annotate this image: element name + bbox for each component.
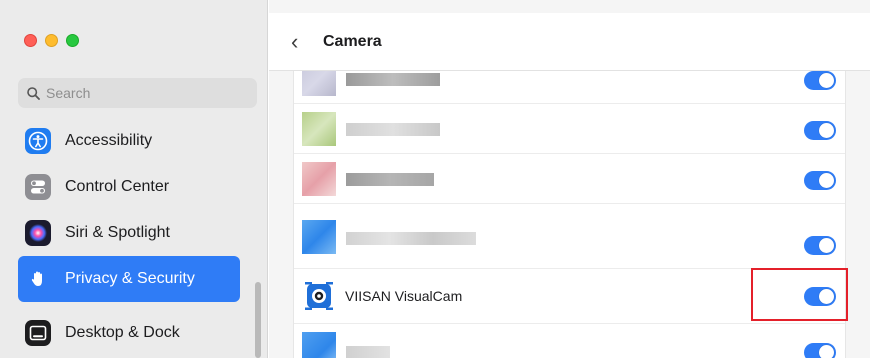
desktop-dock-icon bbox=[25, 320, 51, 346]
sidebar-nav: Accessibility Control Center Siri & Spot… bbox=[18, 118, 240, 356]
minimize-window-button[interactable] bbox=[45, 34, 58, 47]
sidebar-item-desktop-dock[interactable]: Desktop & Dock bbox=[18, 310, 240, 356]
list-item bbox=[294, 324, 845, 358]
camera-access-toggle[interactable] bbox=[804, 236, 836, 255]
camera-access-toggle[interactable] bbox=[804, 121, 836, 140]
sidebar-item-label: Desktop & Dock bbox=[65, 324, 180, 341]
zoom-window-button[interactable] bbox=[66, 34, 79, 47]
blurred-app-name bbox=[346, 346, 390, 358]
list-item bbox=[294, 104, 845, 154]
sidebar: Accessibility Control Center Siri & Spot… bbox=[0, 0, 268, 358]
accessibility-icon bbox=[25, 128, 51, 154]
close-window-button[interactable] bbox=[24, 34, 37, 47]
highlight-box bbox=[751, 268, 848, 321]
search-field[interactable] bbox=[18, 78, 257, 108]
control-center-icon bbox=[25, 174, 51, 200]
list-item bbox=[294, 71, 845, 104]
window-controls bbox=[24, 34, 79, 47]
sidebar-item-label: Privacy & Security bbox=[65, 270, 195, 287]
hand-icon bbox=[25, 266, 51, 292]
blurred-app-icon bbox=[302, 332, 336, 358]
camera-access-toggle[interactable] bbox=[804, 343, 836, 358]
siri-icon bbox=[25, 220, 51, 246]
list-item bbox=[294, 204, 845, 269]
blurred-app-name bbox=[346, 232, 476, 245]
blurred-app-name bbox=[346, 123, 440, 136]
blurred-app-name bbox=[346, 73, 440, 86]
sidebar-item-control-center[interactable]: Control Center bbox=[18, 164, 240, 210]
search-icon bbox=[27, 86, 40, 100]
toolbar: ‹ Camera bbox=[269, 13, 870, 71]
blurred-app-icon bbox=[302, 220, 336, 254]
sidebar-item-label: Control Center bbox=[65, 178, 170, 195]
list-item bbox=[294, 154, 845, 204]
camera-access-toggle[interactable] bbox=[804, 171, 836, 190]
sidebar-item-label: Siri & Spotlight bbox=[65, 224, 170, 241]
sidebar-scrollbar[interactable] bbox=[255, 282, 261, 358]
app-name: VIISAN VisualCam bbox=[345, 288, 463, 304]
sidebar-item-accessibility[interactable]: Accessibility bbox=[18, 118, 240, 164]
page-title: Camera bbox=[323, 32, 382, 50]
back-chevron-icon[interactable]: ‹ bbox=[291, 30, 311, 53]
camera-access-toggle[interactable] bbox=[804, 71, 836, 90]
sidebar-item-privacy-security[interactable]: Privacy & Security bbox=[18, 256, 240, 302]
sidebar-item-label: Accessibility bbox=[65, 132, 153, 149]
blurred-app-icon bbox=[302, 71, 336, 96]
sidebar-item-siri-spotlight[interactable]: Siri & Spotlight bbox=[18, 210, 240, 256]
viisan-camera-icon bbox=[302, 279, 336, 313]
blurred-app-icon bbox=[302, 112, 336, 146]
blurred-app-name bbox=[346, 173, 434, 186]
blurred-app-icon bbox=[302, 162, 336, 196]
sidebar-group-separator bbox=[18, 302, 240, 310]
search-input[interactable] bbox=[46, 85, 236, 101]
